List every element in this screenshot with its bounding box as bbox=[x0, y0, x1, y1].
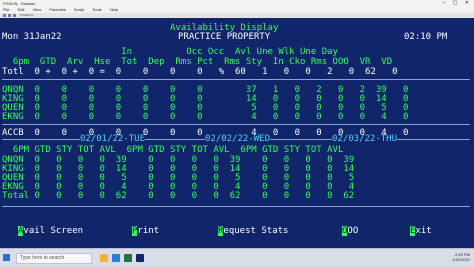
toolbar-new-icon[interactable] bbox=[3, 14, 6, 17]
property-name: PRACTICE PROPERTY bbox=[178, 32, 271, 42]
system-tray-clock[interactable]: 2:10 PM 1/31/2022 bbox=[452, 252, 470, 262]
menu-favorites[interactable]: Favorites bbox=[49, 7, 65, 12]
window-controls[interactable]: – ▢ ✕ bbox=[443, 0, 472, 7]
toolbar-open-icon[interactable] bbox=[8, 14, 11, 17]
forecast-date-3: 02/03/22-THU bbox=[332, 134, 398, 144]
current-time: 02:10 PM bbox=[404, 32, 448, 42]
toolbar-address: PXWIN.ini bbox=[20, 13, 34, 17]
window-titlebar: PXW-IN - Session – ▢ ✕ bbox=[0, 0, 474, 7]
separator-line bbox=[2, 79, 470, 80]
request-stats-key[interactable]: Request Stats bbox=[218, 226, 288, 236]
window-title: PXW-IN - Session bbox=[3, 1, 36, 6]
os-taskbar: Type here to search 2:10 PM 1/31/2022 bbox=[0, 248, 474, 267]
avail-screen-key[interactable]: Avail Screen bbox=[18, 226, 83, 236]
menu-tools[interactable]: Tools bbox=[92, 7, 101, 12]
ooo-key[interactable]: OOO bbox=[342, 226, 358, 236]
total-row: Totl 0 + 0 + 0 = 0 0 0 0 % 60 1 0 0 2 0 … bbox=[2, 67, 398, 77]
taskbar-search-input[interactable]: Type here to search bbox=[16, 253, 92, 264]
terminal-app-icon[interactable] bbox=[136, 254, 144, 262]
forecast-date-2: 02/02/22-WED bbox=[205, 134, 271, 144]
menu-file[interactable]: File bbox=[3, 7, 9, 12]
windows-start-icon[interactable] bbox=[3, 254, 10, 261]
column-header-1: In Occ Occ Avl Une Wlk Une Day bbox=[2, 47, 338, 57]
room-type-row: EKNG 0 0 0 0 0 0 0 4 0 0 0 0 0 4 0 bbox=[2, 112, 409, 122]
separator-line bbox=[2, 206, 470, 207]
menu-help[interactable]: Help bbox=[110, 7, 118, 12]
forecast-date-1: 02/01/22-TUE bbox=[80, 134, 146, 144]
file-explorer-icon[interactable] bbox=[100, 254, 108, 262]
separator-line bbox=[2, 124, 470, 125]
menu-view[interactable]: View bbox=[33, 7, 42, 12]
print-key[interactable]: Print bbox=[132, 226, 159, 236]
business-date: Mon 31Jan22 bbox=[2, 32, 62, 42]
menu-script[interactable]: Script bbox=[74, 7, 84, 12]
forecast-header: 6PM GTD STY TOT AVL 6PM GTD STY TOT AVL … bbox=[2, 145, 344, 155]
toolbar-save-icon[interactable] bbox=[13, 14, 16, 17]
browser-icon[interactable] bbox=[112, 254, 120, 262]
exit-key[interactable]: Exit bbox=[410, 226, 432, 236]
column-header-2: 6pm GTD Arv Hse Tot Dep Rms Pct Rms Sty … bbox=[2, 57, 393, 67]
excel-icon[interactable] bbox=[124, 254, 132, 262]
menu-edit[interactable]: Edit bbox=[18, 7, 25, 12]
forecast-total-row: Total 0 0 0 0 62 0 0 0 0 62 0 0 0 0 62 bbox=[2, 191, 355, 201]
terminal-screen[interactable]: Availability Display Mon 31Jan22 PRACTIC… bbox=[0, 18, 474, 248]
